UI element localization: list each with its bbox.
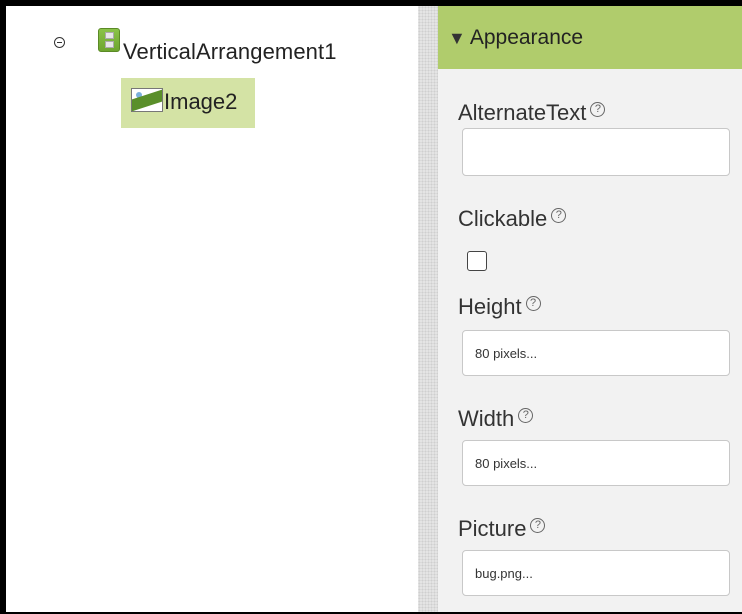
vertical-arrangement-icon (98, 28, 120, 52)
alternate-text-input[interactable] (462, 128, 730, 176)
tree-item-vertical-arrangement[interactable]: VerticalArrangement1 (123, 39, 337, 65)
width-label: Width? (458, 406, 534, 432)
section-title: Appearance (469, 25, 584, 49)
help-icon[interactable]: ? (530, 518, 546, 533)
properties-panel: ▼ Appearance AlternateText? Clickable? H… (438, 6, 742, 612)
panel-splitter[interactable] (418, 6, 438, 612)
clickable-checkbox[interactable] (467, 251, 487, 271)
triangle-down-icon: ▼ (448, 27, 466, 48)
clickable-label: Clickable? (458, 206, 567, 232)
picture-field[interactable]: bug.png... (462, 550, 730, 596)
tree-item-label: Image2 (164, 89, 238, 114)
collapse-icon[interactable] (54, 37, 65, 48)
picture-label: Picture? (458, 516, 546, 542)
height-label: Height? (458, 294, 541, 320)
tree-item-image2[interactable]: Image2 (121, 78, 255, 128)
help-icon[interactable]: ? (590, 102, 606, 117)
appearance-section-header[interactable]: ▼ Appearance (438, 6, 742, 69)
image-icon (131, 88, 163, 112)
designer-frame: VerticalArrangement1 Image2 ▼ Appearance… (6, 6, 742, 612)
component-tree: VerticalArrangement1 Image2 (6, 6, 418, 612)
height-field[interactable]: 80 pixels... (462, 330, 730, 376)
help-icon[interactable]: ? (551, 208, 567, 223)
width-field[interactable]: 80 pixels... (462, 440, 730, 486)
help-icon[interactable]: ? (525, 296, 541, 311)
alternate-text-label: AlternateText? (458, 100, 606, 126)
help-icon[interactable]: ? (518, 408, 534, 423)
